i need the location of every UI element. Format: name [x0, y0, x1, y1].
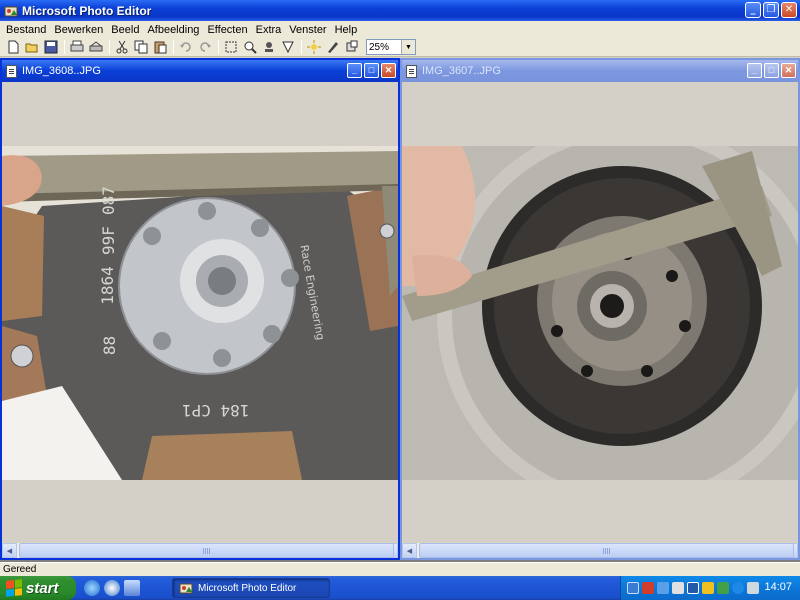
disc-print-4: 087: [98, 186, 118, 215]
zoom-value: 25%: [369, 41, 390, 53]
photo-editor-app-icon: [179, 581, 193, 595]
toolbar-separator: [218, 40, 219, 54]
minimize-button[interactable]: _: [747, 63, 762, 78]
chevron-down-icon[interactable]: ▼: [401, 40, 415, 54]
copy-icon[interactable]: [132, 39, 150, 55]
network-icon[interactable]: [627, 582, 639, 594]
close-button[interactable]: ✕: [781, 63, 796, 78]
disc-print-5: 184 CP1: [182, 401, 250, 420]
toolbar-separator: [109, 40, 110, 54]
smudge-icon[interactable]: [260, 39, 278, 55]
windows-logo-icon: [6, 579, 22, 597]
bluetooth-icon[interactable]: [732, 582, 744, 594]
scroll-left-icon[interactable]: ◀: [402, 543, 417, 558]
horizontal-scrollbar[interactable]: ◀ ▶: [2, 542, 398, 558]
update-icon[interactable]: [657, 582, 669, 594]
clock: 14:07: [764, 581, 792, 593]
disc-print-2: 1864: [97, 266, 117, 305]
antivirus-icon[interactable]: [702, 582, 714, 594]
menu-bewerken[interactable]: Bewerken: [50, 24, 107, 36]
image-canvas-1[interactable]: 88 1864 99F 087 184 CP1 Race Engineering: [2, 82, 398, 542]
menu-effecten[interactable]: Effecten: [203, 24, 251, 36]
scroll-left-icon[interactable]: ◀: [2, 543, 17, 558]
menu-afbeelding[interactable]: Afbeelding: [143, 24, 203, 36]
taskbar-item-label: Microsoft Photo Editor: [198, 582, 297, 594]
save-icon[interactable]: [42, 39, 60, 55]
document-icon: [6, 64, 17, 78]
image-window-1[interactable]: IMG_3608..JPG _ □ ✕ 88 1864 99F 087 184 …: [0, 58, 400, 560]
new-icon[interactable]: [4, 39, 22, 55]
image-window-2[interactable]: IMG_3607..JPG _ □ ✕ ◀: [400, 58, 800, 560]
start-button[interactable]: start: [0, 576, 76, 600]
toolbar-separator: [173, 40, 174, 54]
status-text: Gereed: [3, 564, 37, 575]
internet-explorer-icon[interactable]: [84, 580, 100, 596]
volume-icon[interactable]: [672, 582, 684, 594]
close-button[interactable]: ✕: [781, 2, 797, 18]
close-button[interactable]: ✕: [381, 63, 396, 78]
restore-button[interactable]: ❐: [763, 2, 779, 18]
status-bar: Gereed: [0, 562, 800, 576]
image-window-1-title: IMG_3608..JPG: [22, 65, 101, 77]
menu-bestand[interactable]: Bestand: [2, 24, 50, 36]
brake-disc-photo: [402, 146, 798, 480]
maximize-button[interactable]: □: [364, 63, 379, 78]
toolbar-separator: [64, 40, 65, 54]
clutch-disc-photo: 88 1864 99F 087 184 CP1 Race Engineering: [2, 146, 398, 480]
quick-launch: [84, 580, 140, 596]
menu-help[interactable]: Help: [331, 24, 362, 36]
scroll-track[interactable]: [417, 543, 794, 558]
show-desktop-icon[interactable]: [124, 580, 140, 596]
zoom-select[interactable]: 25% ▼: [366, 39, 416, 55]
security-icon[interactable]: [642, 582, 654, 594]
crop-icon[interactable]: [343, 39, 361, 55]
zoom-icon[interactable]: [241, 39, 259, 55]
image-window-2-titlebar[interactable]: IMG_3607..JPG _ □ ✕: [402, 60, 798, 82]
horizontal-scrollbar[interactable]: ◀ ▶: [402, 542, 798, 558]
document-icon: [406, 64, 417, 78]
maximize-button[interactable]: □: [764, 63, 779, 78]
scan-icon[interactable]: [87, 39, 105, 55]
balance-icon[interactable]: [305, 39, 323, 55]
eraser-icon[interactable]: [324, 39, 342, 55]
start-label: start: [26, 579, 59, 597]
scroll-track[interactable]: [17, 543, 394, 558]
cut-icon[interactable]: [113, 39, 131, 55]
minimize-button[interactable]: _: [347, 63, 362, 78]
taskbar-item-photo-editor[interactable]: Microsoft Photo Editor: [172, 578, 330, 598]
media-player-icon[interactable]: [104, 580, 120, 596]
print-icon[interactable]: [68, 39, 86, 55]
scroll-thumb[interactable]: [19, 543, 394, 558]
minimize-button[interactable]: _: [745, 2, 761, 18]
select-icon[interactable]: [222, 39, 240, 55]
menu-extra[interactable]: Extra: [252, 24, 286, 36]
language-icon[interactable]: [687, 582, 699, 594]
app-titlebar[interactable]: Microsoft Photo Editor _ ❐ ✕: [0, 0, 800, 21]
mdi-workspace: IMG_3608..JPG _ □ ✕ 88 1864 99F 087 184 …: [0, 58, 800, 562]
menu-bar: Bestand Bewerken Beeld Afbeelding Effect…: [0, 21, 800, 38]
photo-editor-app-icon: [4, 4, 18, 18]
image-window-1-titlebar[interactable]: IMG_3608..JPG _ □ ✕: [2, 60, 398, 82]
disc-print-1: 88: [100, 335, 120, 356]
app-title: Microsoft Photo Editor: [22, 3, 152, 18]
sharpen-icon[interactable]: [279, 39, 297, 55]
menu-venster[interactable]: Venster: [285, 24, 330, 36]
open-icon[interactable]: [23, 39, 41, 55]
messenger-icon[interactable]: [717, 582, 729, 594]
paste-icon[interactable]: [151, 39, 169, 55]
toolbar-separator: [301, 40, 302, 54]
disc-print-3: 99F: [98, 226, 118, 255]
redo-icon[interactable]: [196, 39, 214, 55]
image-canvas-2[interactable]: [402, 82, 798, 542]
undo-icon[interactable]: [177, 39, 195, 55]
printer-icon[interactable]: [747, 582, 759, 594]
scroll-thumb[interactable]: [419, 543, 794, 558]
taskbar: start Microsoft Photo Editor 14:07: [0, 576, 800, 600]
menu-beeld[interactable]: Beeld: [107, 24, 143, 36]
image-window-2-title: IMG_3607..JPG: [422, 65, 501, 77]
toolbar: 25% ▼: [0, 38, 800, 57]
